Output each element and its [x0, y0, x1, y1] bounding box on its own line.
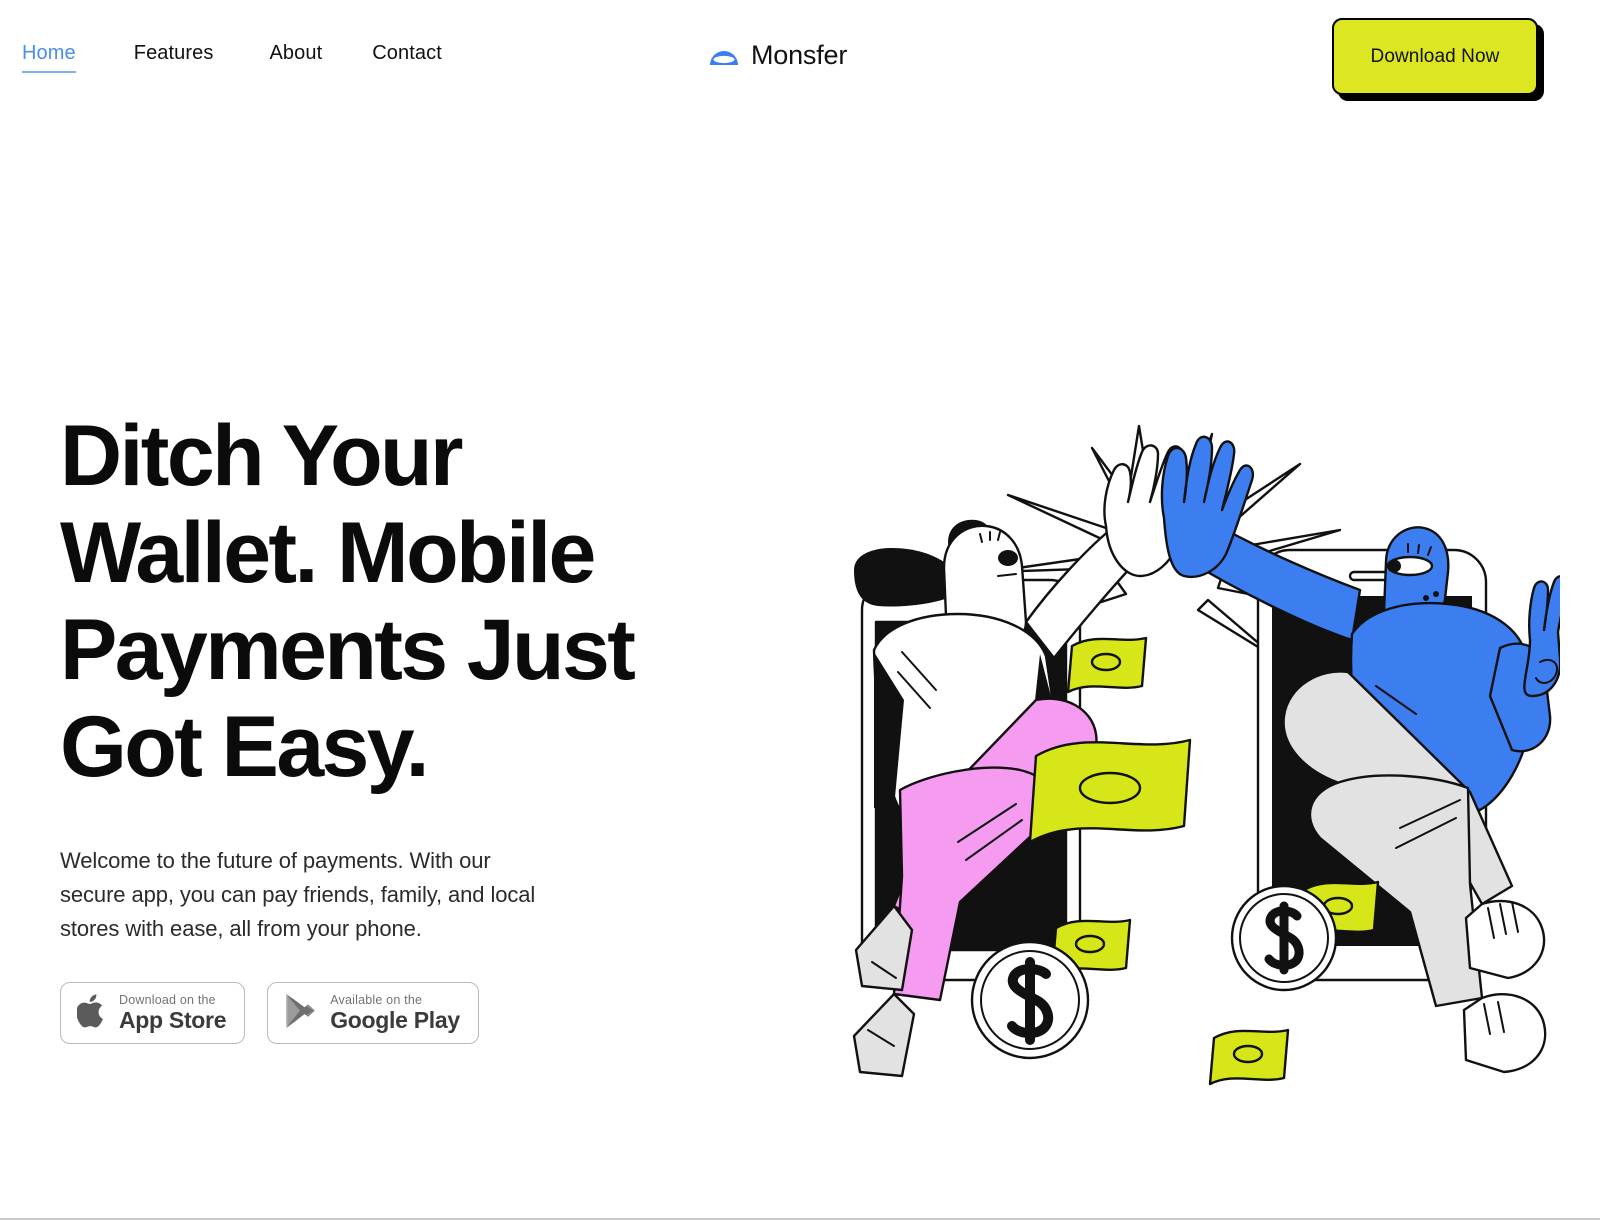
google-play-triangle-icon — [284, 993, 318, 1034]
app-store-badges: Download on the App Store Available on t… — [60, 982, 740, 1044]
landing-page: Home Features About Contact Monsfer Down… — [0, 0, 1600, 1220]
page-title: Ditch Your Wallet. Mobile Payments Just … — [60, 408, 636, 795]
nav-item-home[interactable]: Home — [22, 42, 76, 73]
high-five-mobile-payment-illustration — [840, 390, 1560, 1110]
nav-item-about[interactable]: About — [269, 42, 322, 71]
nav-item-contact[interactable]: Contact — [372, 42, 442, 71]
google-play-badge[interactable]: Available on the Google Play — [267, 982, 479, 1044]
google-play-small-label: Available on the — [330, 992, 423, 1007]
site-header: Home Features About Contact Monsfer Down… — [0, 0, 1600, 118]
app-store-badge[interactable]: Download on the App Store — [60, 982, 246, 1044]
google-play-big-label: Google Play — [330, 1007, 460, 1034]
app-store-big-label: App Store — [119, 1007, 227, 1034]
hero-content: Ditch Your Wallet. Mobile Payments Just … — [60, 408, 740, 1044]
app-store-small-label: Download on the — [119, 992, 216, 1007]
brand-logo[interactable]: Monsfer — [707, 38, 847, 72]
dome-lens-logo-icon — [707, 38, 741, 72]
apple-logo-icon — [76, 993, 107, 1034]
main-navigation: Home Features About Contact — [22, 42, 442, 73]
download-now-cta: Download Now — [1332, 18, 1544, 101]
brand-name: Monsfer — [751, 39, 848, 70]
hero-subtitle: Welcome to the future of payments. With … — [60, 848, 536, 941]
download-now-button[interactable]: Download Now — [1332, 18, 1538, 95]
nav-item-features[interactable]: Features — [134, 42, 214, 71]
